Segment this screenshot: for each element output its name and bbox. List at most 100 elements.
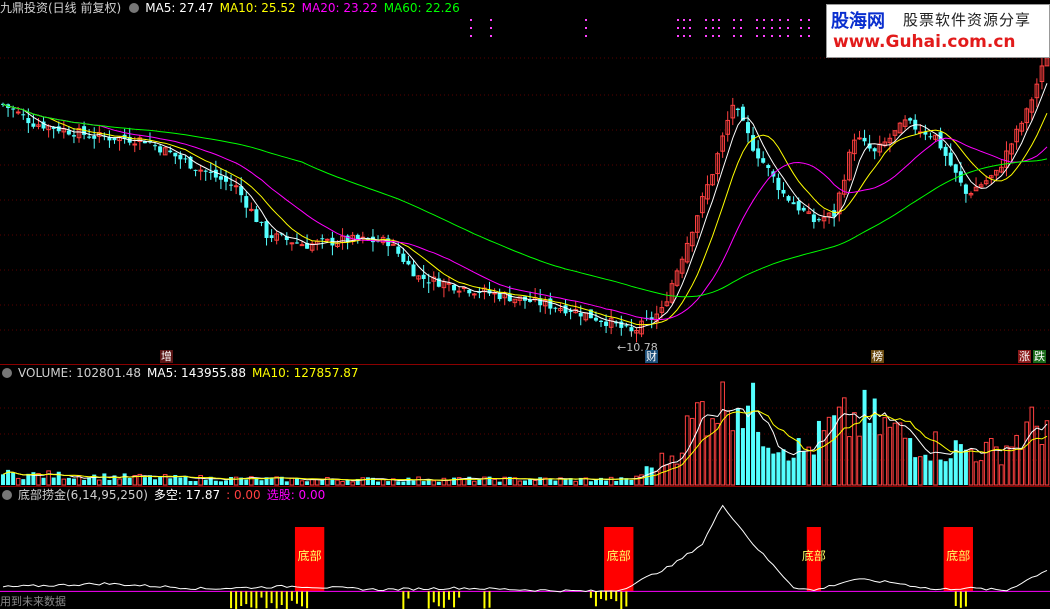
volume-bar <box>887 426 893 486</box>
volume-bar <box>396 481 401 485</box>
signal-dot <box>712 27 714 29</box>
volume-bar <box>51 477 56 485</box>
candle-body <box>153 145 158 147</box>
volume-bar <box>664 464 670 486</box>
volume-bar <box>289 477 295 486</box>
candle-body <box>259 221 264 223</box>
volume-bar <box>11 472 16 485</box>
volume-settings-circle-icon[interactable] <box>2 368 12 378</box>
signal-dot <box>712 19 714 21</box>
volume-bar <box>1034 425 1040 486</box>
signal-dot <box>779 19 781 21</box>
candle-body <box>497 292 502 300</box>
candle-body <box>963 184 968 194</box>
settings-circle-icon[interactable] <box>129 3 140 13</box>
volume-bar <box>978 460 984 486</box>
volume-bar <box>826 416 832 486</box>
volume-bar <box>614 480 619 485</box>
chart-title: 九鼎投资(日线 前复权) <box>0 1 122 15</box>
logo-url: www.Guhai.com.cn <box>833 32 1016 52</box>
signal-dot <box>490 35 492 37</box>
candle-body <box>87 136 92 138</box>
volume-bar <box>634 475 639 486</box>
volume-bar <box>452 477 457 485</box>
signal-dot <box>733 35 735 37</box>
volume-bar <box>928 460 933 485</box>
volume-bar <box>862 389 867 485</box>
signal-dot <box>677 27 679 29</box>
volume-bar <box>983 441 989 486</box>
volume-bar <box>294 478 299 485</box>
signal-dot <box>740 35 742 37</box>
volume-bar <box>933 431 938 486</box>
volume-bar <box>988 438 994 486</box>
volume-bar <box>492 478 497 486</box>
volume-bar <box>46 470 51 486</box>
volume-bar <box>735 408 740 485</box>
candle-body <box>15 111 21 114</box>
volume-bar <box>877 434 883 486</box>
volume-bar <box>188 480 193 485</box>
ma10-label: MA10: 25.52 <box>219 1 296 15</box>
volume-bar <box>233 476 239 486</box>
candle-body <box>198 169 203 172</box>
volume-bar <box>61 478 67 486</box>
candle-body <box>862 137 867 142</box>
volume-bar <box>908 438 913 485</box>
volume-bar <box>745 405 750 485</box>
ma5-label: MA5: 27.47 <box>145 1 214 15</box>
candle-body <box>604 321 609 326</box>
candle-body <box>751 135 756 151</box>
event-tag-2[interactable]: 财 <box>645 350 658 363</box>
volume-bar <box>178 477 183 485</box>
signal-dot <box>470 35 472 37</box>
candle-body <box>776 177 781 191</box>
candle-body <box>786 196 791 201</box>
volume-bar <box>517 480 523 486</box>
candle-body <box>11 108 16 110</box>
volume-bar <box>284 481 289 485</box>
event-tag-5[interactable]: 跌 <box>1033 350 1046 363</box>
event-tag-3[interactable]: 榜 <box>871 350 884 363</box>
signal-dot <box>779 35 781 37</box>
volume-bar <box>102 473 107 485</box>
candle-body <box>183 158 188 160</box>
volume-bar <box>380 479 386 486</box>
volume-bar <box>497 481 502 485</box>
candle-body <box>624 325 629 327</box>
signal-dot <box>808 19 810 21</box>
volume-bar <box>953 440 958 485</box>
signal-dot <box>756 35 758 37</box>
duokong-label: 多空: 17.87 <box>153 488 221 502</box>
volume-bar <box>923 454 928 485</box>
volume-bar <box>943 461 948 485</box>
volume-bar <box>766 447 771 485</box>
volume-header: VOLUME: 102801.48 MA5: 143955.88 MA10: 127… <box>0 365 365 381</box>
event-tag-1[interactable]: 增 <box>160 350 173 363</box>
candle-body <box>203 170 208 172</box>
volume-bar <box>153 479 158 485</box>
volume-bar <box>786 460 791 485</box>
indicator-settings-circle-icon[interactable] <box>2 490 12 500</box>
volume-bar <box>259 480 264 485</box>
candle-body <box>578 312 583 317</box>
volume-bar <box>740 428 745 485</box>
select-stock-label: 选股: 0.00 <box>266 488 326 502</box>
indicator-panel: 底部 底部 底部 底部 <box>0 504 1050 609</box>
logo-brand: 股海网 <box>831 11 885 32</box>
signal-dot <box>763 27 765 29</box>
candle-body <box>132 143 138 146</box>
volume-bar <box>913 457 918 485</box>
event-tag-4[interactable]: 涨 <box>1018 350 1031 363</box>
volume-bar <box>41 477 46 485</box>
volume-bar <box>350 481 355 486</box>
volume-bar <box>386 481 391 485</box>
signal-dot <box>787 19 789 21</box>
volume-bar <box>588 481 593 485</box>
volume-bar <box>968 449 974 486</box>
indicator-line <box>2 504 1048 593</box>
volume-bar <box>122 473 127 485</box>
signal-dot <box>718 19 720 21</box>
candle-body <box>208 171 213 173</box>
candle-body <box>406 260 411 265</box>
